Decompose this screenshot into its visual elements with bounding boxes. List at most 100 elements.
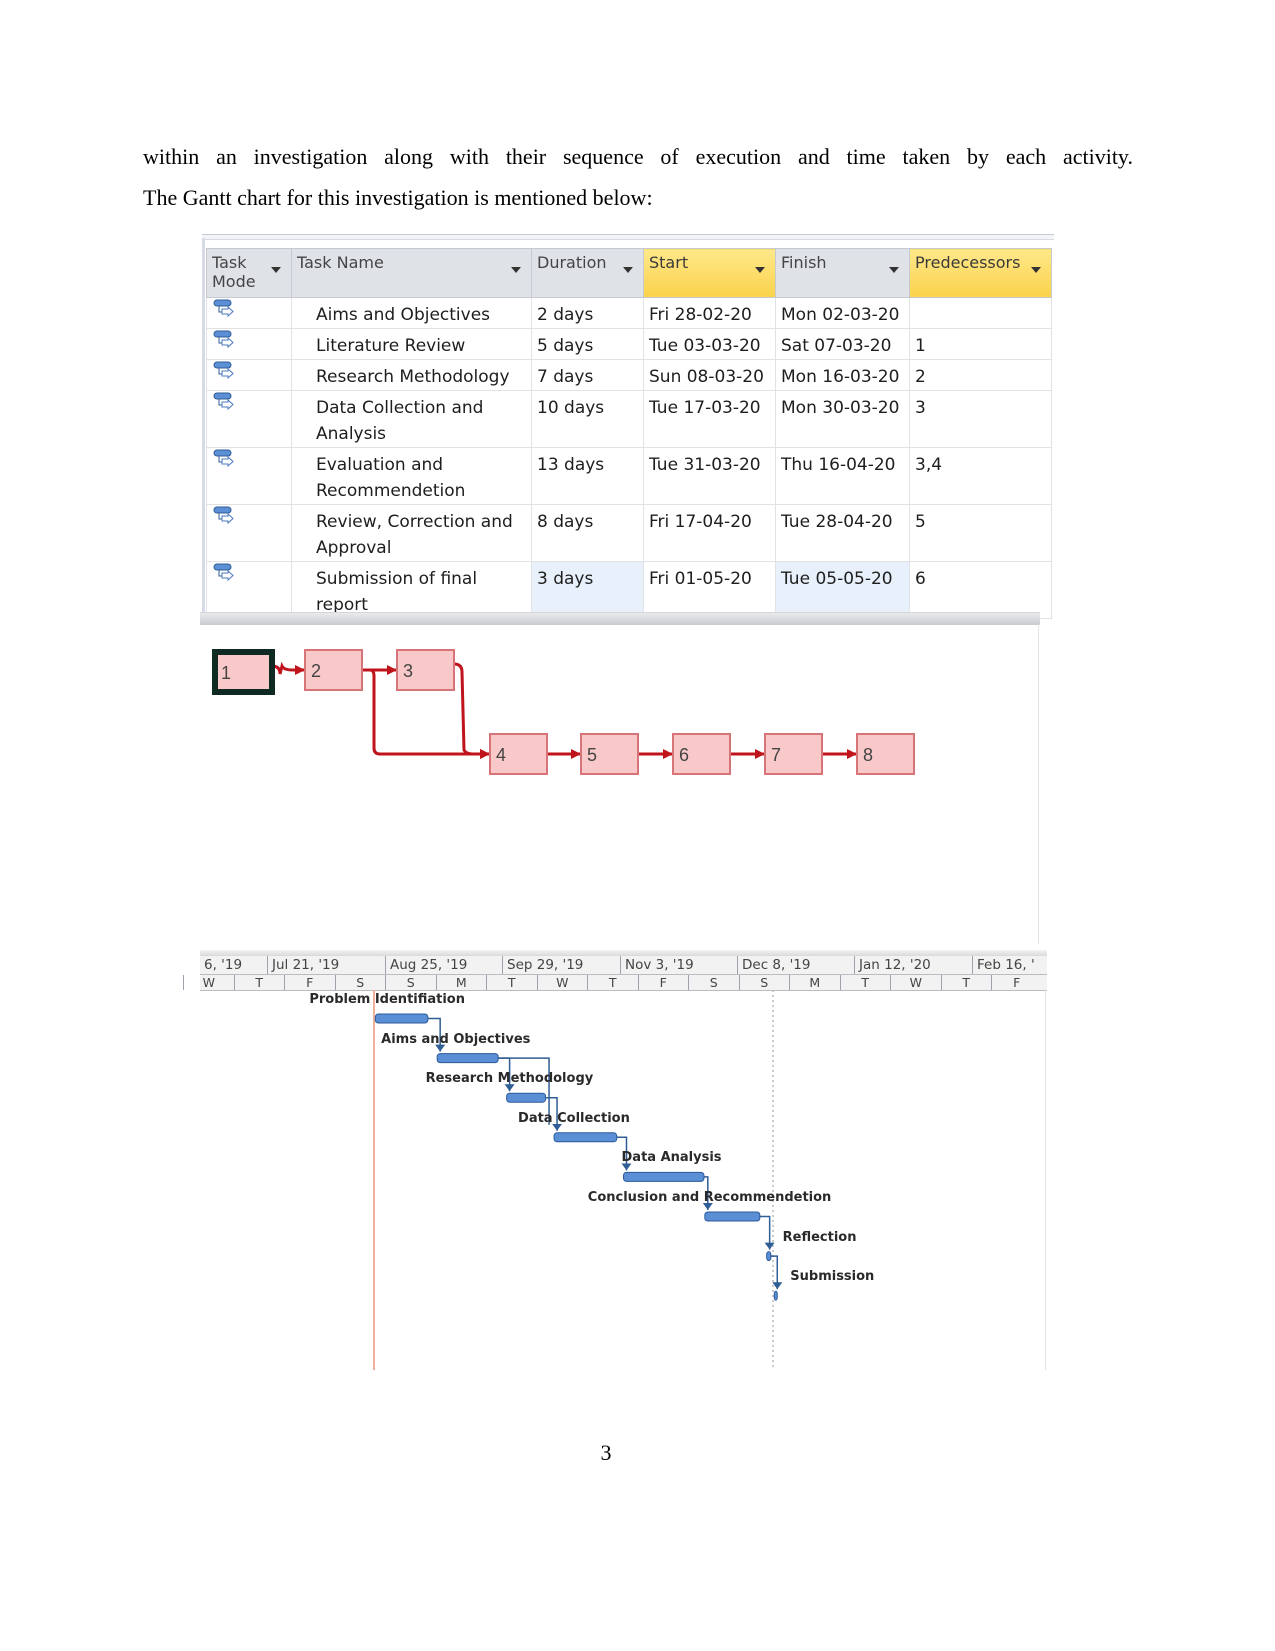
network-node-label: 4 [496,745,506,765]
gantt-bar[interactable] [436,1053,499,1064]
task-name-cell[interactable]: Research Methodology [291,359,532,391]
predecessors-cell[interactable] [909,297,1052,329]
finish-cell[interactable]: Tue 05-05-20 [775,561,910,619]
network-node-5[interactable]: 5 [580,733,639,775]
finish-cell[interactable]: Mon 02-03-20 [775,297,910,329]
network-node-7[interactable]: 7 [764,733,823,775]
task-name-cell[interactable]: Data Collection and Analysis [291,390,532,448]
dropdown-caret-icon[interactable] [889,267,899,273]
network-node-label: 6 [679,745,689,765]
gantt-dependency-link [759,1215,775,1250]
gantt-task-label: Submission [790,1269,875,1285]
start-cell[interactable]: Sun 08-03-20 [643,359,776,391]
start-cell[interactable]: Tue 31-03-20 [643,447,776,505]
duration-cell[interactable]: 10 days [531,390,644,448]
gantt-task-label: Problem Identifiation [309,992,465,1007]
task-name-cell[interactable]: Submission of final report [291,561,532,619]
duration-cell[interactable]: 13 days [531,447,644,505]
predecessors-cell[interactable]: 3 [909,390,1052,448]
finish-cell[interactable]: Thu 16-04-20 [775,447,910,505]
gantt-bar[interactable] [623,1171,705,1182]
finish-cell[interactable]: Tue 28-04-20 [775,504,910,562]
column-header-predecessors[interactable]: Predecessors [909,248,1052,298]
duration-cell[interactable]: 7 days [531,359,644,391]
dropdown-caret-icon[interactable] [271,267,281,273]
start-cell[interactable]: Fri 28-02-20 [643,297,776,329]
table-row[interactable]: Evaluation and Recommendetion 13 days Tue 3… [206,447,1052,505]
auto-scheduled-task-icon [213,330,234,349]
predecessors-cell[interactable]: 1 [909,328,1052,360]
gantt-bar[interactable] [773,1290,778,1301]
finish-cell[interactable]: Mon 30-03-20 [775,390,910,448]
task-mode-cell[interactable] [206,390,292,448]
network-node-8[interactable]: 8 [856,733,915,775]
task-name-cell[interactable]: Review, Correction and Approval [291,504,532,562]
network-node-3[interactable]: 3 [396,649,455,691]
duration-cell[interactable]: 3 days [531,561,644,619]
task-mode-cell[interactable] [206,359,292,391]
network-node-2[interactable]: 2 [304,649,363,691]
gantt-task-label: Conclusion and Recommendetion [587,1190,832,1205]
gantt-bar[interactable] [374,1013,429,1024]
column-header-duration[interactable]: Duration [531,248,644,298]
column-header-task-name[interactable]: Task Name [291,248,532,298]
network-node-label: 3 [403,661,413,681]
task-name-cell[interactable]: Literature Review [291,328,532,360]
gantt-task-label: Reflection [782,1229,857,1245]
task-mode-cell[interactable] [206,447,292,505]
dropdown-caret-icon[interactable] [755,267,765,273]
dropdown-caret-icon[interactable] [1031,267,1041,273]
duration-cell[interactable]: 2 days [531,297,644,329]
predecessors-cell[interactable]: 2 [909,359,1052,391]
task-name-cell[interactable]: Aims and Objectives [291,297,532,329]
column-header-start[interactable]: Start [643,248,776,298]
duration-cell[interactable]: 8 days [531,504,644,562]
dropdown-caret-icon[interactable] [511,267,521,273]
column-header-task-mode[interactable]: Task Mode [206,248,292,298]
table-row[interactable]: Review, Correction and Approval 8 days Fri … [206,504,1052,562]
network-node-label: 7 [771,745,781,765]
network-diagram: 1 2 3 4 5 6 7 8 [200,612,1040,944]
network-node-4[interactable]: 4 [489,733,548,775]
task-name-cell[interactable]: Evaluation and Recommendetion [291,447,532,505]
gantt-bar[interactable] [766,1251,772,1262]
table-row[interactable]: Submission of final report 3 days Fri 01-05… [206,561,1052,619]
start-cell[interactable]: Fri 01-05-20 [643,561,776,619]
predecessors-cell[interactable]: 6 [909,561,1052,619]
gantt-task-label: Research Methodology [425,1071,594,1087]
finish-cell[interactable]: Sat 07-03-20 [775,328,910,360]
link-1-2 [271,661,305,675]
task-mode-cell[interactable] [206,561,292,619]
duration-cell[interactable]: 5 days [531,328,644,360]
predecessors-cell[interactable]: 3,4 [909,447,1052,505]
task-mode-cell[interactable] [206,328,292,360]
gantt-bar[interactable] [506,1092,547,1103]
table-top-border [202,234,1054,240]
start-cell[interactable]: Fri 17-04-20 [643,504,776,562]
task-mode-cell[interactable] [206,504,292,562]
auto-scheduled-task-icon [213,392,234,411]
auto-scheduled-task-icon [213,563,234,582]
network-node-6[interactable]: 6 [672,733,731,775]
gantt-bar[interactable] [553,1132,618,1143]
finish-cell[interactable]: Mon 16-03-20 [775,359,910,391]
table-row[interactable]: Literature Review 5 days Tue 03-03-20 Sat 0… [206,328,1052,360]
task-table-screenshot: Task Mode Task Name Duration Start Finis… [202,234,1054,624]
column-header-finish[interactable]: Finish [775,248,910,298]
gantt-bar[interactable] [704,1211,761,1222]
auto-scheduled-task-icon [213,299,234,318]
table-row[interactable]: Data Collection and Analysis 10 days Tue 17… [206,390,1052,448]
table-row[interactable]: Aims and Objectives 2 days Fri 28-02-20 Mon… [206,297,1052,329]
start-cell[interactable]: Tue 17-03-20 [643,390,776,448]
start-cell[interactable]: Tue 03-03-20 [643,328,776,360]
network-node-label: 1 [221,663,231,683]
page-number: 3 [600,1440,612,1465]
network-diagram-canvas: 1 2 3 4 5 6 7 8 [212,649,915,775]
auto-scheduled-task-icon [213,361,234,380]
dropdown-caret-icon[interactable] [623,267,633,273]
table-row[interactable]: Research Methodology 7 days Sun 08-03-20 Mo… [206,359,1052,391]
network-node-1[interactable]: 1 [212,649,275,695]
predecessors-cell[interactable]: 5 [909,504,1052,562]
task-mode-cell[interactable] [206,297,292,329]
body-paragraph: within an investigation along with their… [143,136,1133,218]
